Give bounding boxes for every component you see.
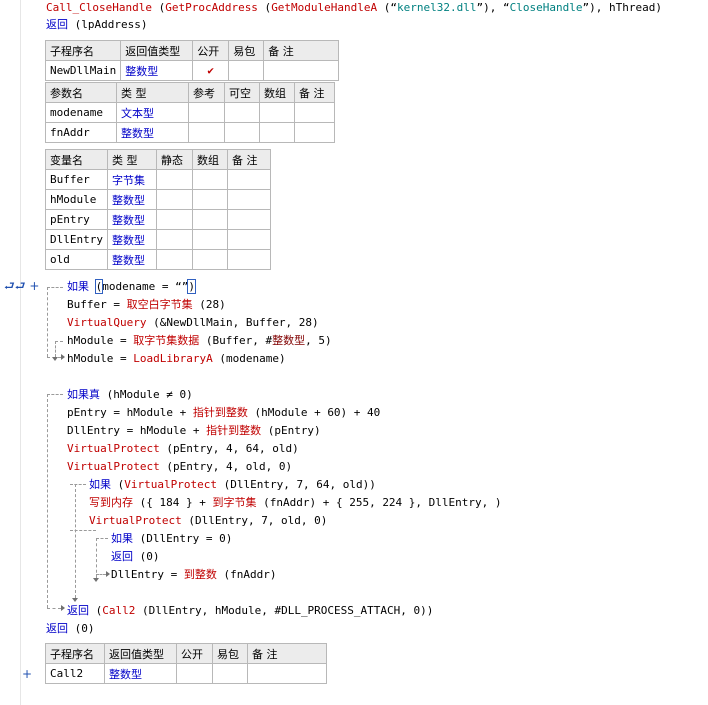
header-param-type: 类 型 [116,82,189,103]
header-param-name: 参数名 [45,82,117,103]
cell-param-name[interactable]: modename [45,102,117,123]
variable-table: 变量名 类 型 静态 数组 备 注 Buffer 字节集 hModule 整数型 p… [45,149,271,270]
cell-var-name[interactable]: hModule [45,189,108,210]
header-note: 备 注 [247,643,327,664]
code-line-pentry[interactable]: pEntry = hModule + 指针到整数 (hModule + 60) … [67,405,380,421]
flow-guide [96,538,108,539]
header-public: 公开 [176,643,213,664]
code-line-hmodule-loadlibrary[interactable]: hModule = LoadLibraryA (modename) [67,351,286,367]
gutter-divider [20,0,21,705]
cell-var-type[interactable]: 整数型 [106,249,157,270]
flow-arrow-icon [61,354,65,360]
header-param-note: 备 注 [294,82,335,103]
cell-note[interactable] [263,60,340,81]
header-sub-name: 子程序名 [45,643,105,664]
header-var-note: 备 注 [226,149,271,170]
code-line-if-dllentry[interactable]: 如果 (DllEntry = 0) [111,531,232,547]
code-line-call-closehandle[interactable]: Call_CloseHandle (GetProcAddress (GetMod… [46,0,662,16]
code-line-hmodule-bytes[interactable]: hModule = 取字节集数据 (Buffer, #整数型, 5) [67,333,332,349]
flow-guide [75,484,76,598]
flow-guide [55,341,56,357]
flow-guide [47,287,63,288]
flow-arrow-icon [93,578,99,582]
cell-param-type[interactable]: 文本型 [116,102,189,123]
header-public: 公开 [192,40,230,61]
table-row[interactable]: Call2 整数型 [45,663,327,684]
flow-guide [70,484,86,485]
editor-gutter [0,0,22,705]
header-return-type: 返回值类型 [120,40,194,61]
cell-var-name[interactable]: old [45,249,108,270]
cell-pkg[interactable] [228,60,265,81]
cell-sub-name[interactable]: NewDllMain [44,60,122,81]
table-row[interactable]: pEntry 整数型 [45,209,271,230]
cell-public-check[interactable]: ✔ [192,60,230,81]
cell-return-type[interactable]: 整数型 [104,663,177,684]
subroutine-table-call2: 子程序名 返回值类型 公开 易包 备 注 Call2 整数型 [45,643,327,684]
header-var-static: 静态 [155,149,193,170]
flow-guide [47,287,48,357]
parameter-table: 参数名 类 型 参考 可空 数组 备 注 modename 文本型 fnAddr… [45,82,335,143]
flow-arrow-icon [52,357,58,361]
table-row[interactable]: old 整数型 [45,249,271,270]
flow-guide [47,394,63,395]
header-var-name: 变量名 [45,149,108,170]
flow-guide [96,538,97,578]
header-param-array: 数组 [259,82,295,103]
collapse-marker-icon[interactable]: ⮐⮐ + [4,280,39,292]
code-line-virtualquery[interactable]: VirtualQuery (&NewDllMain, Buffer, 28) [67,315,319,331]
cell-return-type[interactable]: 整数型 [120,60,194,81]
cell-var-type[interactable]: 整数型 [106,209,157,230]
table-row[interactable]: DllEntry 整数型 [45,229,271,250]
flow-guide [47,608,61,609]
header-sub-name: 子程序名 [44,40,122,61]
code-line-dllentry[interactable]: DllEntry = hModule + 指针到整数 (pEntry) [67,423,321,439]
code-line-if-virtualprotect[interactable]: 如果 (VirtualProtect (DllEntry, 7, 64, old… [89,477,376,493]
cell-sub-name[interactable]: Call2 [45,663,105,684]
header-pkg: 易包 [228,40,265,61]
code-line-if-true-hmodule[interactable]: 如果真 (hModule ≠ 0) [67,387,193,403]
cell-param-name[interactable]: fnAddr [45,122,117,143]
cell-var-type[interactable]: 整数型 [106,189,157,210]
header-var-array: 数组 [191,149,228,170]
header-note: 备 注 [263,40,340,61]
flow-arrow-icon [72,598,78,602]
code-line-write-memory[interactable]: 写到内存 ({ 184 } + 到字节集 (fnAddr) + { 255, 2… [89,495,502,511]
code-line-virtualprotect-3[interactable]: VirtualProtect (DllEntry, 7, old, 0) [89,513,327,529]
expand-plus-icon[interactable]: + [22,668,32,680]
code-line-if-modename[interactable]: 如果 (modename = “”) [67,279,196,295]
table-row[interactable]: Buffer 字节集 [45,169,271,190]
header-param-ref: 参考 [188,82,225,103]
code-line-return-call2[interactable]: 返回 (Call2 (DllEntry, hModule, #DLL_PROCE… [67,603,433,619]
cell-var-type[interactable]: 字节集 [106,169,157,190]
table-row[interactable]: hModule 整数型 [45,189,271,210]
code-line-dllentry-toint[interactable]: DllEntry = 到整数 (fnAddr) [111,567,276,583]
code-line-virtualprotect-1[interactable]: VirtualProtect (pEntry, 4, 64, old) [67,441,299,457]
flow-guide [96,574,106,575]
flow-guide [70,530,96,531]
cell-var-name[interactable]: pEntry [45,209,108,230]
code-line-return-0[interactable]: 返回 (0) [111,549,160,565]
cell-var-name[interactable]: DllEntry [45,229,108,250]
code-line-virtualprotect-2[interactable]: VirtualProtect (pEntry, 4, old, 0) [67,459,292,475]
cell-var-type[interactable]: 整数型 [106,229,157,250]
code-line-return-final[interactable]: 返回 (0) [46,621,95,637]
flow-arrow-icon [61,605,65,611]
header-return-type: 返回值类型 [104,643,177,664]
header-param-nullable: 可空 [224,82,260,103]
code-line-return-lpaddress[interactable]: 返回 (lpAddress) [46,17,147,33]
flow-guide [47,394,48,608]
table-row[interactable]: modename 文本型 [45,102,335,123]
flow-guide [55,341,63,342]
flow-arrow-icon [106,571,110,577]
header-var-type: 类 型 [106,149,157,170]
cell-param-type[interactable]: 整数型 [116,122,189,143]
code-line-buffer[interactable]: Buffer = 取空白字节集 (28) [67,297,226,313]
subroutine-table-newdllmain: 子程序名 返回值类型 公开 易包 备 注 NewDllMain 整数型 ✔ [44,40,340,81]
cell-var-name[interactable]: Buffer [45,169,108,190]
table-row[interactable]: fnAddr 整数型 [45,122,335,143]
header-pkg: 易包 [212,643,248,664]
